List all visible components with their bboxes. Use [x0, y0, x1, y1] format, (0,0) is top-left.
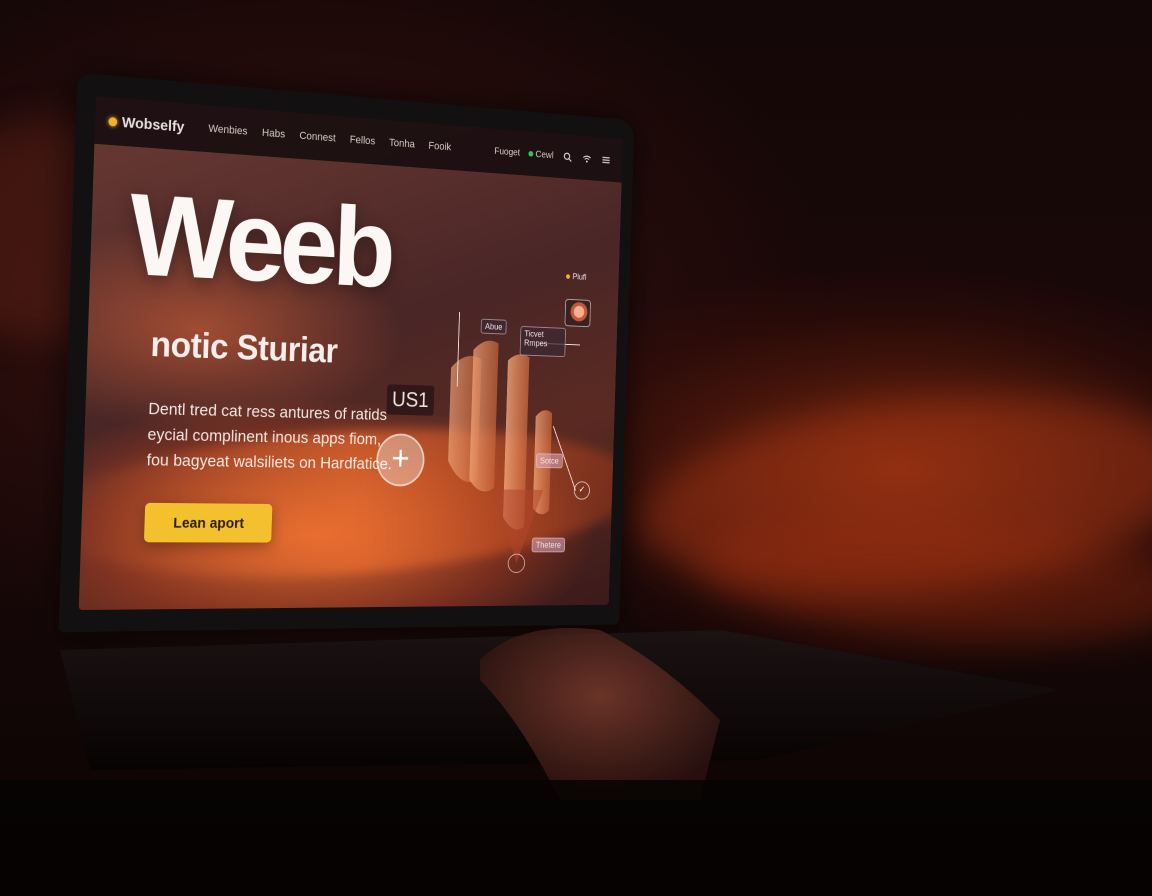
foreground-shadow — [0, 780, 1152, 896]
logo-text: Wobselfy — [121, 113, 185, 136]
nav-link[interactable]: Connest — [299, 130, 336, 144]
info-tag: Ticvet Rmpes — [519, 325, 567, 358]
chart-bars-graphic — [447, 265, 606, 583]
nav-links: Wenbies Habs Connest Fellos Tonha Fooik — [208, 123, 451, 153]
nav-link[interactable]: Fooik — [428, 140, 451, 153]
hand — [480, 628, 720, 800]
status-dot-icon — [528, 150, 534, 157]
nav-link[interactable]: Habs — [262, 127, 285, 140]
search-icon[interactable] — [561, 150, 573, 164]
laptop: Wobselfy Wenbies Habs Connest Fellos Ton… — [58, 72, 635, 633]
nav-link[interactable]: Tonha — [389, 137, 415, 150]
learn-more-button[interactable]: Lean aport — [143, 502, 273, 543]
hero-subtitle: notic Sturiar — [149, 323, 339, 371]
nav-link[interactable]: Wenbies — [208, 123, 247, 138]
nav-link[interactable]: Fellos — [350, 134, 376, 147]
info-tag: Thetere — [531, 537, 566, 553]
3d-chart-illustration: Plufl Abue Ticvet Rmpes Sotce Thetere ✓ — [432, 265, 606, 583]
hero-title: Weeb — [127, 169, 393, 312]
nav-link-extra[interactable]: Fuoget — [494, 146, 520, 158]
laptop-screen: Wobselfy Wenbies Habs Connest Fellos Ton… — [78, 96, 623, 611]
photo-scene: Wobselfy Wenbies Habs Connest Fellos Ton… — [0, 0, 1152, 896]
description-line: fou bagyeat walsiliets on Hardfatice. — [146, 450, 393, 474]
info-tag: Sotce — [535, 453, 563, 469]
nav-right: Fuoget Cewl — [494, 145, 611, 167]
menu-icon[interactable] — [600, 153, 611, 166]
hero-description: Dentl tred cat ress antures of ratids ey… — [146, 396, 392, 476]
status-indicator[interactable]: Cewl — [528, 149, 554, 161]
chart-bar — [468, 339, 499, 492]
laptop-keyboard-deck — [60, 630, 1060, 770]
site-nav: Wobselfy Wenbies Habs Connest Fellos Ton… — [94, 96, 623, 183]
logo-icon — [108, 116, 118, 127]
hero-badge: US1 — [386, 384, 435, 416]
site-logo[interactable]: Wobselfy — [108, 113, 185, 136]
info-tag: Abue — [480, 318, 507, 335]
wifi-icon[interactable] — [581, 151, 593, 165]
status-label: Cewl — [535, 149, 554, 161]
